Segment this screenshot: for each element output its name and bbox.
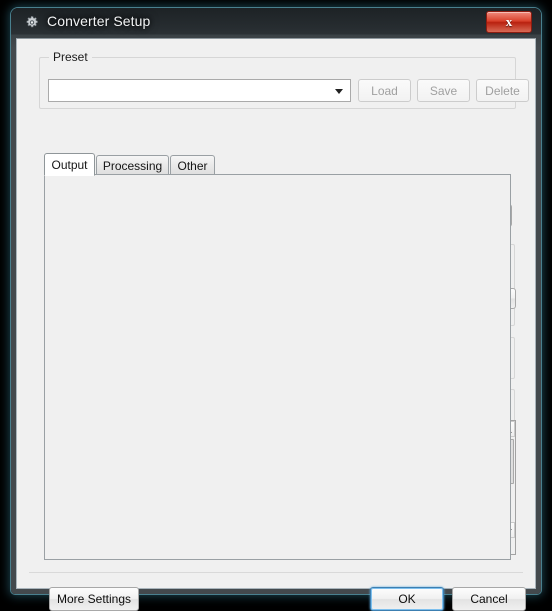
cancel-label: Cancel [470, 592, 508, 606]
tab-output-label: Output [51, 157, 88, 172]
more-settings-label: More Settings [56, 592, 132, 606]
gear-icon [24, 15, 40, 31]
tab-output[interactable]: Output [44, 153, 95, 176]
window-title: Converter Setup [47, 13, 151, 29]
chevron-down-icon [335, 88, 343, 94]
close-button[interactable]: x [486, 11, 532, 33]
tab-other[interactable]: Other [170, 155, 215, 175]
tab-processing-label: Processing [102, 158, 163, 173]
preset-load-label: Load [371, 83, 398, 98]
preset-combo[interactable] [48, 79, 351, 102]
tab-strip: Output Processing Other [44, 153, 511, 176]
close-icon: x [505, 14, 513, 29]
dialog-client-area: Preset Load Save Delete Output Processin… [16, 38, 536, 611]
converter-setup-window: Converter Setup x Preset Load Save Delet… [11, 8, 541, 611]
preset-group-label: Preset [49, 50, 92, 64]
footer-divider [29, 572, 523, 573]
more-settings-button[interactable]: More Settings [49, 587, 139, 611]
preset-save-button[interactable]: Save [417, 79, 470, 102]
tab-panel-output [44, 174, 511, 560]
tab-other-label: Other [177, 158, 208, 173]
cancel-button[interactable]: Cancel [452, 587, 526, 611]
preset-delete-button[interactable]: Delete [476, 79, 529, 102]
ok-label: OK [398, 592, 416, 606]
preset-save-label: Save [429, 83, 458, 98]
tab-processing[interactable]: Processing [96, 155, 169, 175]
preset-load-button[interactable]: Load [358, 79, 411, 102]
preset-delete-label: Delete [485, 83, 520, 98]
ok-button[interactable]: OK [370, 587, 444, 611]
title-bar: Converter Setup x [11, 8, 541, 38]
